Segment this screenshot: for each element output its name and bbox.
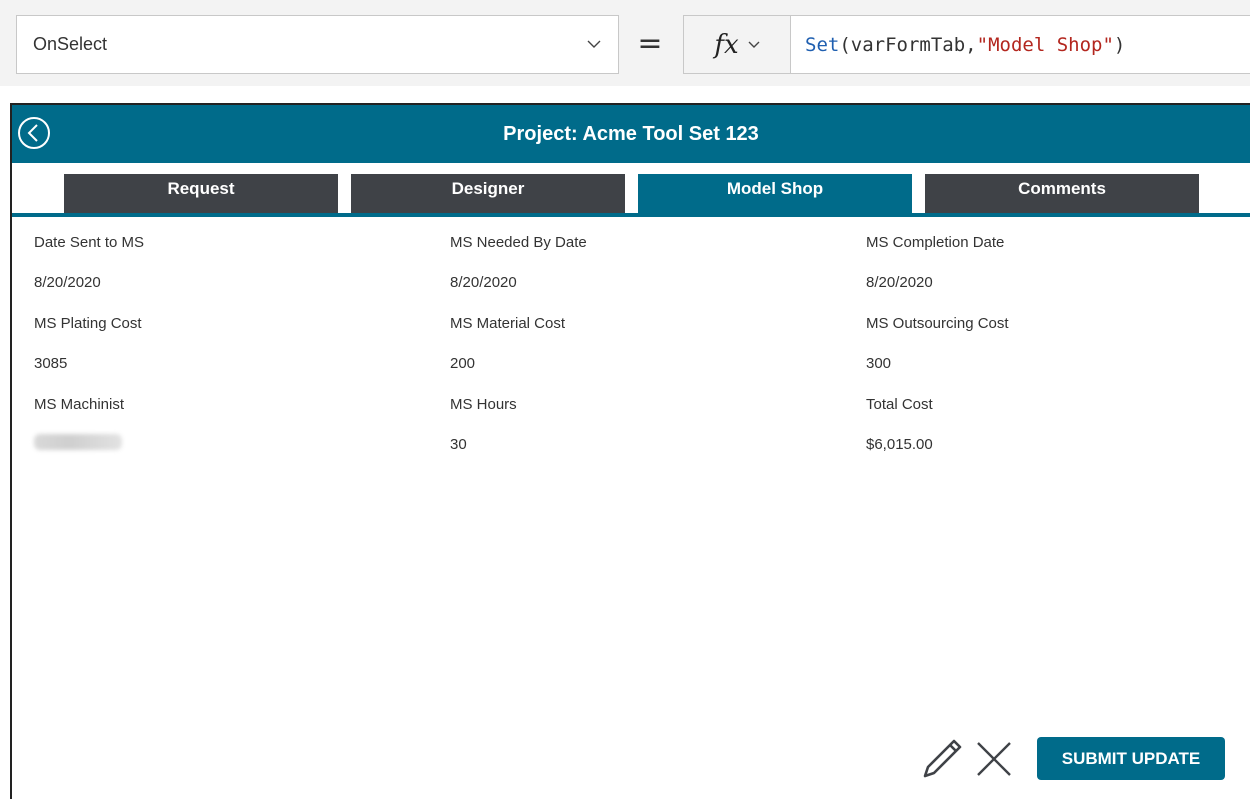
formula-bar: OnSelect = fx Set(varFormTab, "Model Sho… <box>0 0 1250 86</box>
field-label-date-sent: Date Sent to MS <box>34 234 145 251</box>
back-icon[interactable] <box>16 115 52 151</box>
property-dropdown[interactable]: OnSelect <box>16 15 619 74</box>
field-label-plating-cost: MS Plating Cost <box>34 315 142 332</box>
formula-close-paren: ) <box>1113 33 1126 56</box>
field-value-completion-date: 8/20/2020 <box>866 274 933 291</box>
field-label-material-cost: MS Material Cost <box>450 315 566 332</box>
formula-function: Set <box>805 33 840 56</box>
fx-icon: fx <box>714 29 739 60</box>
field-label-outsourcing-cost: MS Outsourcing Cost <box>866 315 1009 332</box>
chevron-down-icon <box>587 40 601 48</box>
chevron-down-icon <box>748 41 760 48</box>
tab-comments[interactable]: Comments <box>925 174 1199 213</box>
tab-model-shop[interactable]: Model Shop <box>638 174 912 213</box>
tab-bar: Request Designer Model Shop Comments <box>12 163 1250 215</box>
page-title: Project: Acme Tool Set 123 <box>503 123 759 145</box>
tab-request[interactable]: Request <box>64 174 338 213</box>
field-label-machinist: MS Machinist <box>34 396 125 413</box>
equals-sign: = <box>637 26 663 61</box>
field-label-needed-by: MS Needed By Date <box>450 234 587 251</box>
formula-string: "Model Shop" <box>976 33 1114 56</box>
field-label-hours: MS Hours <box>450 396 517 413</box>
tab-divider <box>12 213 1250 217</box>
field-value-outsourcing-cost: 300 <box>866 355 892 372</box>
pencil-icon[interactable] <box>920 737 964 781</box>
tab-designer[interactable]: Designer <box>351 174 625 213</box>
fx-button[interactable]: fx <box>683 15 791 74</box>
formula-open-paren: ( <box>839 33 851 56</box>
field-value-machinist-redacted <box>34 434 122 450</box>
property-selected-value: OnSelect <box>33 34 108 54</box>
app-screen: Project: Acme Tool Set 123 Request Desig… <box>10 103 1250 799</box>
formula-args: varFormTab, <box>850 33 977 56</box>
field-value-material-cost: 200 <box>450 355 476 372</box>
field-value-plating-cost: 3085 <box>34 355 68 372</box>
field-value-date-sent: 8/20/2020 <box>34 274 101 291</box>
field-label-completion-date: MS Completion Date <box>866 234 1005 251</box>
submit-update-button[interactable]: SUBMIT UPDATE <box>1037 737 1225 780</box>
field-value-hours: 30 <box>450 436 467 453</box>
field-label-total-cost: Total Cost <box>866 396 933 413</box>
field-value-total-cost: $6,015.00 <box>866 436 933 453</box>
field-value-needed-by: 8/20/2020 <box>450 274 517 291</box>
formula-input[interactable]: Set(varFormTab, "Model Shop") <box>790 15 1250 74</box>
close-icon[interactable] <box>974 739 1014 779</box>
title-bar: Project: Acme Tool Set 123 <box>12 105 1250 163</box>
